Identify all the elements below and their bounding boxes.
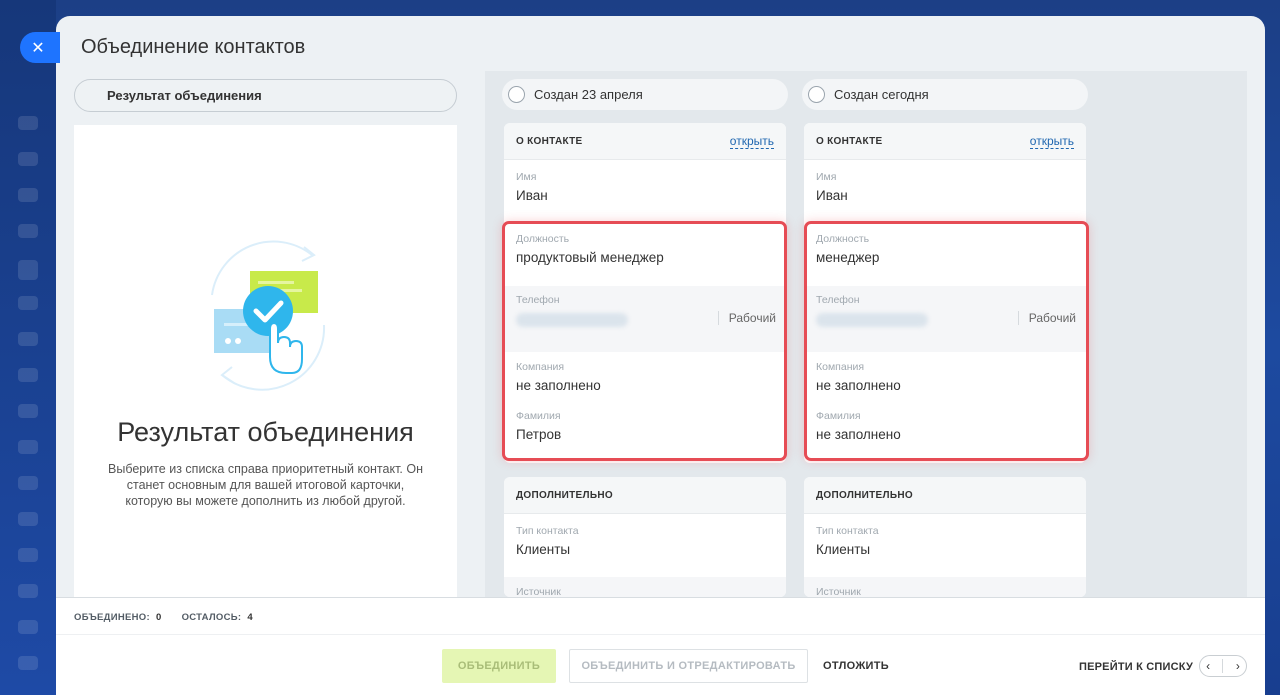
page-title: Объединение контактов [81, 36, 306, 58]
about-contact-header: О КОНТАКТЕ открыть [504, 123, 786, 160]
result-description: Выберите из списка справа приоритетный к… [108, 462, 423, 508]
field-label: Источник [516, 586, 561, 597]
extra-header: ДОПОЛНИТЕЛЬНО [804, 477, 1086, 514]
field-label: Имя [816, 171, 837, 183]
extra-title: ДОПОЛНИТЕЛЬНО [816, 489, 913, 501]
result-heading: Результат объединения [117, 417, 414, 447]
sidebar-ghost-item [18, 656, 38, 670]
contact-created-label: Создан 23 апреля [534, 87, 643, 102]
footer-bar: ОБЪЕДИНЕНО: 0 ОСТАЛОСЬ: 4 ОБЪЕДИНИТЬ ОБЪЕДИ… [56, 597, 1265, 695]
chevron-right-icon[interactable]: › [1236, 659, 1240, 673]
sidebar-ghost-item [18, 296, 38, 310]
contact-select-radio[interactable] [508, 86, 525, 103]
result-panel: Результат объединения Выберите из списка… [74, 125, 457, 597]
highlight-frame [804, 221, 1089, 461]
field-label: Имя [516, 171, 537, 183]
left-count: 4 [247, 612, 253, 623]
field-value: Иван [516, 188, 548, 203]
result-tab[interactable]: Результат объединения [74, 79, 457, 112]
contact-column-header-2[interactable]: Создан сегодня [802, 79, 1088, 110]
sidebar-ghost-item [18, 224, 38, 238]
sidebar-ghost-item [18, 440, 38, 454]
goto-list-link[interactable]: ПЕРЕЙТИ К СПИСКУ [1079, 661, 1193, 673]
sidebar-ghost-item [18, 512, 38, 526]
close-slider-button[interactable]: ✕ [20, 32, 60, 63]
sidebar-ghost-item [18, 548, 38, 562]
extra-card-1: ДОПОЛНИТЕЛЬНО Тип контакта Клиенты Источ… [504, 477, 786, 597]
chevron-left-icon[interactable]: ‹ [1206, 659, 1210, 673]
contact-column-header-1[interactable]: Создан 23 апреля [502, 79, 788, 110]
postpone-button[interactable]: ОТЛОЖИТЬ [816, 649, 896, 683]
field-value: Клиенты [816, 542, 871, 557]
about-contact-title: О КОНТАКТЕ [516, 135, 583, 147]
extra-header: ДОПОЛНИТЕЛЬНО [504, 477, 786, 514]
open-contact-link[interactable]: открыть [1029, 134, 1074, 149]
sidebar-ghost-item [18, 404, 38, 418]
sidebar-ghost-item [18, 332, 38, 346]
field-value: Иван [816, 188, 848, 203]
field-source: Источник [516, 586, 561, 597]
field-name: Имя Иван [516, 171, 548, 203]
open-contact-link[interactable]: открыть [729, 134, 774, 149]
sidebar-ghost-item [18, 368, 38, 382]
extra-card-2: ДОПОЛНИТЕЛЬНО Тип контакта Клиенты Источ… [804, 477, 1086, 597]
merge-contacts-slider: Объединение контактов Результат объедине… [56, 16, 1265, 695]
sidebar-ghost-item [18, 188, 38, 202]
sidebar-ghost-item [18, 116, 38, 130]
footer-divider [56, 634, 1265, 635]
sidebar-ghost-item [18, 260, 38, 280]
field-label: Тип контакта [816, 525, 879, 537]
field-label: Источник [816, 586, 861, 597]
contact-select-radio[interactable] [808, 86, 825, 103]
left-label: ОСТАЛОСЬ: [181, 612, 242, 623]
sidebar-ghost-item [18, 476, 38, 490]
merged-count: 0 [155, 612, 162, 623]
merge-button[interactable]: ОБЪЕДИНИТЬ [442, 649, 556, 683]
field-contact-type: Тип контакта Клиенты [516, 525, 579, 557]
field-label: Тип контакта [516, 525, 579, 537]
field-contact-type: Тип контакта Клиенты [816, 525, 879, 557]
field-source: Источник [816, 586, 861, 597]
merge-counters: ОБЪЕДИНЕНО: 0 ОСТАЛОСЬ: 4 [74, 612, 273, 623]
sidebar-ghost-item [18, 152, 38, 166]
close-icon: ✕ [31, 39, 45, 57]
merge-and-edit-button[interactable]: ОБЪЕДИНИТЬ И ОТРЕДАКТИРОВАТЬ [569, 649, 808, 683]
extra-title: ДОПОЛНИТЕЛЬНО [516, 489, 613, 501]
merged-label: ОБЪЕДИНЕНО: [74, 612, 150, 623]
merge-illustration-icon [211, 240, 326, 391]
pager-control: ‹ › [1199, 655, 1247, 677]
about-contact-title: О КОНТАКТЕ [816, 135, 883, 147]
field-value: Клиенты [516, 542, 571, 557]
about-contact-header: О КОНТАКТЕ открыть [804, 123, 1086, 160]
sidebar-ghost-item [18, 584, 38, 598]
app-sidebar-background [0, 0, 56, 695]
contact-created-label: Создан сегодня [834, 87, 929, 102]
pager-separator [1222, 659, 1224, 673]
highlight-frame [502, 221, 787, 461]
field-name: Имя Иван [816, 171, 848, 203]
sidebar-ghost-item [18, 620, 38, 634]
